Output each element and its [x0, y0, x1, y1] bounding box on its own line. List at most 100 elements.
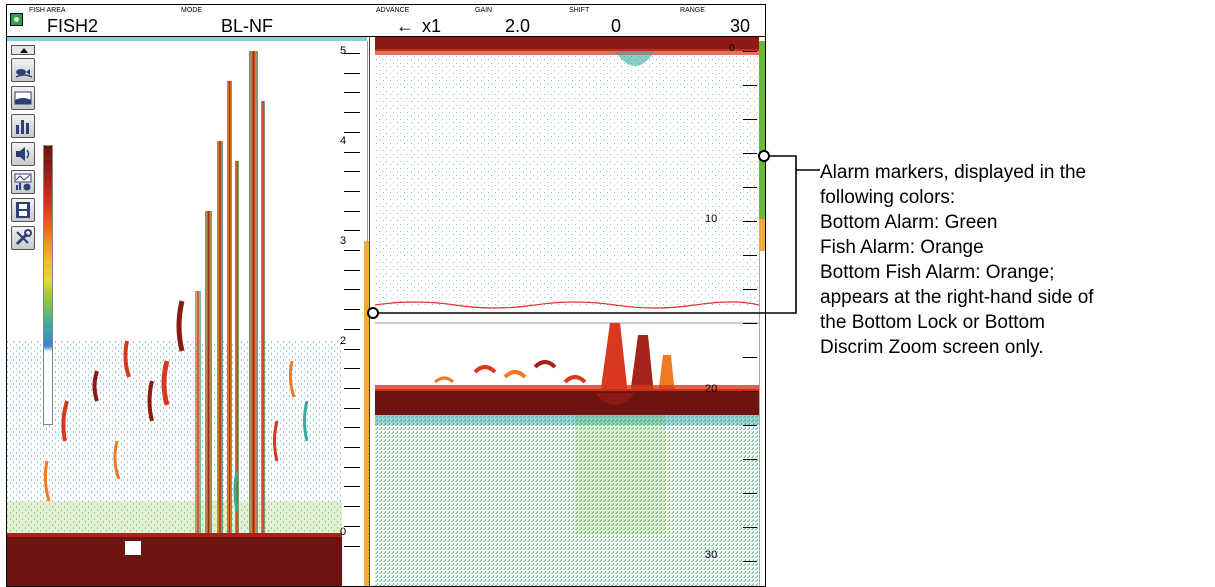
scale-tick [743, 391, 757, 392]
left-echogram[interactable] [7, 41, 342, 586]
scale-tick [344, 368, 360, 370]
left-scale-label-5: 5 [340, 45, 347, 57]
echo-sounder-screen: FISH AREA FISH2 MODE BL-NF ADVANCE ← x1 … [6, 4, 766, 587]
scale-tick [344, 348, 360, 350]
scale-tick [344, 427, 360, 429]
right-echogram-image [375, 37, 759, 586]
scale-tick [743, 255, 757, 256]
range-value: 30 [730, 16, 751, 36]
left-echogram-image [7, 51, 342, 586]
gain-value: 2.0 [505, 16, 531, 36]
scale-tick [344, 525, 360, 527]
tools-icon [15, 229, 32, 246]
analysis-icon [14, 173, 32, 191]
histogram-button[interactable] [11, 114, 35, 138]
scale-tick [743, 221, 757, 222]
film-icon [16, 202, 30, 218]
scale-tick [743, 85, 757, 86]
bottom-mode-button[interactable] [11, 86, 35, 110]
scale-tick [344, 466, 360, 468]
status-header: FISH AREA FISH2 MODE BL-NF ADVANCE ← x1 … [7, 5, 765, 37]
scale-tick [344, 250, 360, 251]
right-depth-scale: 0 10 20 30 [705, 41, 757, 586]
scale-tick [344, 210, 360, 212]
right-echogram[interactable] [375, 37, 759, 586]
annotation-line-2: following colors: [820, 187, 956, 208]
alarm-marker-track [759, 251, 765, 586]
scale-tick [743, 527, 757, 528]
annotation-line-7: the Bottom Lock or Bottom [820, 312, 1045, 333]
alarm-markers-annotation: Alarm markers, displayed in the followin… [820, 160, 1210, 360]
scale-tick [743, 187, 757, 188]
scale-tick [344, 53, 360, 54]
scale-tick [344, 230, 360, 232]
color-scale-bar [43, 145, 53, 425]
scale-tick [344, 112, 360, 114]
scale-tick [344, 269, 360, 271]
right-scale-label-0: 0 [729, 43, 735, 54]
scale-tick [344, 151, 360, 153]
scale-tick [344, 486, 360, 488]
mode-value: BL-NF [221, 16, 274, 36]
fish-mode-icon [15, 69, 32, 78]
scale-tick [743, 153, 757, 154]
speaker-icon [16, 147, 30, 161]
gain-label: GAIN [475, 7, 493, 14]
annotation-line-4: Fish Alarm: Orange [820, 237, 984, 258]
scale-tick [743, 459, 757, 460]
scale-tick [344, 447, 360, 448]
scale-tick [743, 323, 757, 324]
tools-button[interactable] [11, 226, 35, 250]
scale-tick [743, 289, 757, 290]
right-scale-label-10: 10 [705, 213, 718, 225]
fish-alarm-marker-right [759, 219, 765, 251]
scale-tick [344, 190, 360, 192]
histogram-icon [16, 120, 29, 134]
advance-arrow-icon: ← [396, 16, 414, 36]
sound-button[interactable] [11, 142, 35, 166]
app-logo-icon[interactable] [10, 13, 23, 26]
scale-tick [344, 72, 360, 74]
left-scale-label-0: 0 [340, 526, 347, 538]
scale-tick [344, 131, 360, 133]
bottom-icon [14, 91, 32, 105]
scale-tick [344, 171, 360, 173]
annotation-line-3: Bottom Alarm: Green [820, 212, 998, 233]
right-scale-label-20: 20 [705, 383, 718, 395]
advance-label: ADVANCE [376, 7, 410, 14]
advance-value: x1 [422, 16, 442, 36]
range-label: RANGE [680, 7, 705, 14]
scale-tick [743, 357, 757, 358]
scale-tick [344, 407, 360, 409]
left-scale-label-2: 2 [340, 335, 347, 347]
film-button[interactable] [11, 198, 35, 222]
mode-label: MODE [181, 7, 202, 14]
scale-tick [743, 561, 757, 562]
toolbar-scroll-up-button[interactable] [11, 45, 35, 55]
annotation-line-8: Discrim Zoom screen only. [820, 337, 1044, 358]
scale-tick [344, 309, 360, 311]
scale-tick [344, 328, 360, 330]
fish-area-value: FISH2 [47, 16, 99, 36]
side-toolbar [11, 45, 35, 254]
right-scale-label-30: 30 [705, 549, 718, 561]
scale-tick [743, 493, 757, 494]
scale-tick [743, 425, 757, 426]
shift-value: 0 [611, 16, 622, 36]
annotation-line-1: Alarm markers, displayed in the [820, 162, 1087, 183]
scale-tick [344, 92, 360, 94]
annotation-line-5: Bottom Fish Alarm: Orange; [820, 262, 1055, 283]
left-scale-label-3: 3 [340, 235, 347, 247]
analysis-button[interactable] [11, 170, 35, 194]
fish-mode-button[interactable] [11, 58, 35, 82]
scale-tick [344, 387, 360, 389]
annotation-line-6: appears at the right-hand side of [820, 287, 1094, 308]
scale-tick [344, 289, 360, 291]
scale-tick [743, 119, 757, 120]
bottom-alarm-marker [759, 41, 765, 219]
scale-tick [344, 545, 360, 547]
shift-label: SHIFT [569, 7, 590, 14]
fish-area-label: FISH AREA [29, 7, 66, 14]
scale-tick [344, 506, 360, 508]
left-scale-label-4: 4 [340, 135, 347, 147]
